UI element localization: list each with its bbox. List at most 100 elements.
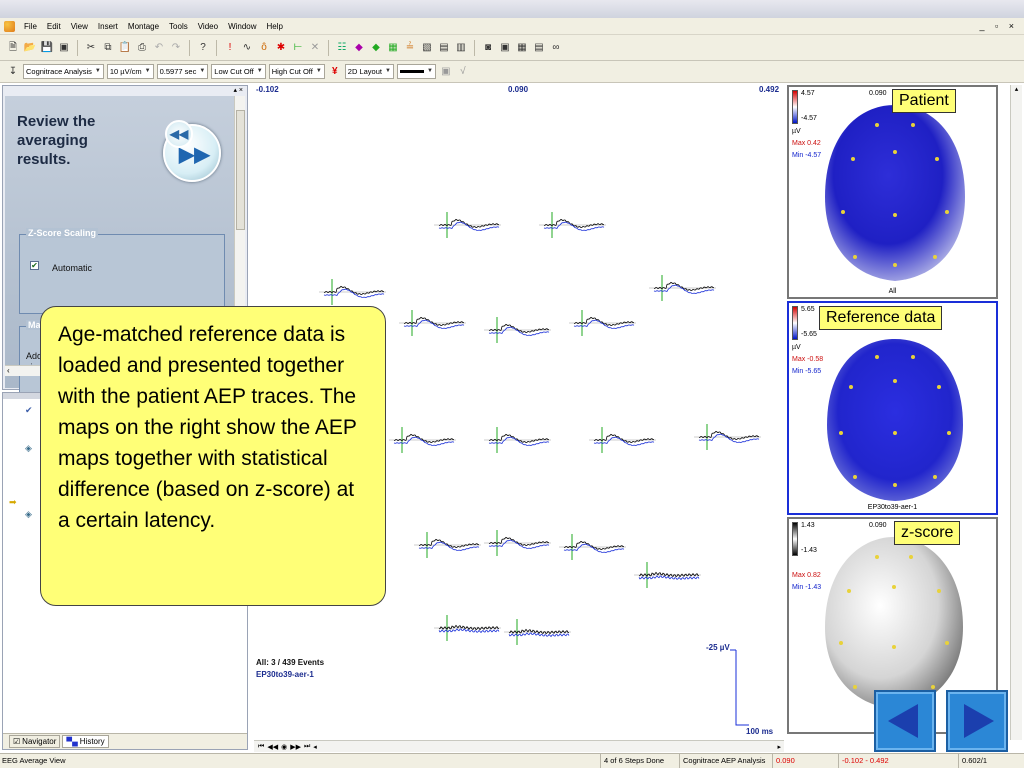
scale-max: 5.65	[801, 306, 815, 313]
montage-icon[interactable]: ☷	[335, 41, 349, 55]
delete-marker-icon[interactable]: ✕	[308, 41, 322, 55]
range-icon[interactable]: ⊢	[291, 41, 305, 55]
high-cut-select[interactable]: High Cut Off ▼	[268, 64, 325, 79]
record-icon[interactable]: ▣	[439, 65, 453, 79]
patient-head-map	[825, 105, 965, 281]
scrollbar-thumb[interactable]	[236, 110, 245, 230]
camera-icon[interactable]: ◙	[481, 41, 495, 55]
chevron-down-icon: ▼	[426, 68, 433, 74]
menu-help[interactable]: Help	[262, 18, 288, 35]
menu-bar: File Edit View Insert Montage Tools Vide…	[0, 18, 1024, 35]
event-count: All: 3 / 439 Events	[256, 658, 325, 667]
layout-select[interactable]: 2D Layout ▼	[344, 64, 394, 79]
low-cut-select[interactable]: Low Cut Off ▼	[211, 64, 266, 79]
menu-video[interactable]: Video	[193, 18, 223, 35]
page-icon[interactable]: ▥	[454, 41, 468, 55]
layout-icon[interactable]: ▦	[515, 41, 529, 55]
step-pending-icon[interactable]: ◈	[25, 509, 35, 519]
check-icon[interactable]: √	[456, 65, 470, 79]
next-page-icon[interactable]: ▶▶	[290, 743, 301, 751]
next-slide-button[interactable]	[946, 690, 1008, 752]
waveform-horizontal-scrollbar[interactable]: ⏮ ◀◀ ◉ ▶▶ ⏭ ◂ ▸	[254, 740, 784, 752]
maps-scrollbar[interactable]: ▴	[1010, 85, 1022, 740]
scroll-left-icon[interactable]: ◂	[313, 743, 317, 751]
step-done-icon[interactable]: ✔	[25, 405, 35, 415]
reference-map[interactable]: 5.65 -5.65 µV Max -0.58 Min -5.65 EP30to…	[787, 301, 998, 515]
report-icon[interactable]: ▤	[532, 41, 546, 55]
link-icon[interactable]: ∞	[549, 41, 563, 55]
event-icon[interactable]: ô	[257, 41, 271, 55]
menu-file[interactable]: File	[19, 18, 42, 35]
color-icon[interactable]: ◆	[369, 41, 383, 55]
app-icon	[4, 20, 15, 32]
new-document-icon[interactable]: 🗎	[6, 41, 20, 55]
artifact-icon[interactable]: ✱	[274, 41, 288, 55]
zscore-label: z-score	[894, 521, 961, 545]
tab-history-label: History	[79, 737, 105, 746]
marker-icon[interactable]: !	[223, 41, 237, 55]
window-icon[interactable]: ▣	[498, 41, 512, 55]
analysis-select-value: Cognitrace Analysis	[26, 67, 92, 76]
table-icon[interactable]: ▤	[437, 41, 451, 55]
save-all-icon[interactable]: ▣	[57, 41, 71, 55]
sensitivity-select[interactable]: 10 µV/cm ▼	[106, 64, 154, 79]
reference-trace	[698, 433, 760, 443]
map-caption: All	[888, 288, 897, 295]
window-controls[interactable]: _ ▫ ×	[980, 21, 1024, 31]
line-style-select[interactable]: ▼	[396, 64, 436, 79]
menu-tools[interactable]: Tools	[164, 18, 193, 35]
map-latency: 0.090	[869, 522, 887, 529]
pin-icon[interactable]: ↧	[6, 65, 20, 79]
last-page-icon[interactable]: ⏭	[304, 743, 310, 751]
cut-icon[interactable]: ✂	[84, 41, 98, 55]
tab-navigator[interactable]: ☑ Navigator	[9, 735, 61, 748]
map-icon[interactable]: ▧	[420, 41, 434, 55]
notch-filter-icon[interactable]: ¥	[328, 65, 342, 79]
grid-icon[interactable]: ▦	[386, 41, 400, 55]
step-warning-icon[interactable]: ◈	[25, 443, 35, 453]
scroll-right-icon[interactable]: ▸	[777, 743, 784, 751]
previous-slide-button[interactable]	[874, 690, 936, 752]
paste-icon[interactable]: 📋	[118, 41, 132, 55]
filter-icon[interactable]: ◆	[352, 41, 366, 55]
redo-icon[interactable]: ↷	[169, 41, 183, 55]
patient-map[interactable]: 4.57 -4.57 µV Max 0.42 Min -4.57 0.090 A…	[787, 85, 998, 299]
open-folder-icon[interactable]: 📂	[23, 41, 37, 55]
timebase-select[interactable]: 0.5977 sec ▼	[156, 64, 209, 79]
zscore-scaling-group: Z-Score Scaling ✔ Automatic	[19, 228, 225, 314]
guide-title: Review the averaging results.	[17, 113, 96, 168]
automatic-checkbox[interactable]: ✔	[30, 261, 39, 270]
current-step-arrow-icon: ➡	[9, 497, 17, 507]
reference-trace	[573, 319, 635, 329]
undo-icon[interactable]: ↶	[152, 41, 166, 55]
previous-step-button[interactable]: ◀◀	[165, 120, 193, 148]
help-icon[interactable]: ?	[196, 41, 210, 55]
menu-montage[interactable]: Montage	[123, 18, 164, 35]
print-icon[interactable]: ⎙	[135, 41, 149, 55]
panel-controls[interactable]: ▴ ×	[3, 86, 247, 95]
tab-history[interactable]: ▀▄ History	[62, 735, 109, 748]
zscore-head-map	[825, 537, 963, 709]
previous-page-icon[interactable]: ◀◀	[267, 743, 278, 751]
save-icon[interactable]: 💾	[40, 41, 54, 55]
scale-unit: µV	[792, 344, 801, 351]
amplitude-scale-label: -25 µV	[706, 643, 730, 652]
scale-bar	[730, 649, 749, 726]
rewind-icon: ◀◀	[169, 127, 189, 141]
scroll-up-icon[interactable]: ▴	[1011, 85, 1022, 93]
spike-icon[interactable]: ∿	[240, 41, 254, 55]
color-scale-bar	[792, 90, 798, 124]
analysis-select[interactable]: Cognitrace Analysis ▼	[23, 64, 104, 79]
menu-edit[interactable]: Edit	[42, 18, 66, 35]
copy-icon[interactable]: ⧉	[101, 41, 115, 55]
stop-icon[interactable]: ◉	[281, 743, 287, 751]
chevron-down-icon: ▼	[94, 68, 101, 74]
first-page-icon[interactable]: ⏮	[258, 743, 264, 751]
explanation-callout: Age-matched reference data is loaded and…	[40, 306, 386, 606]
reference-data-label: Reference data	[819, 306, 943, 330]
menu-insert[interactable]: Insert	[93, 18, 123, 35]
menu-view[interactable]: View	[66, 18, 93, 35]
menu-window[interactable]: Window	[223, 18, 261, 35]
history-icon: ▀▄	[66, 737, 78, 746]
scale-icon[interactable]: ≟	[403, 41, 417, 55]
